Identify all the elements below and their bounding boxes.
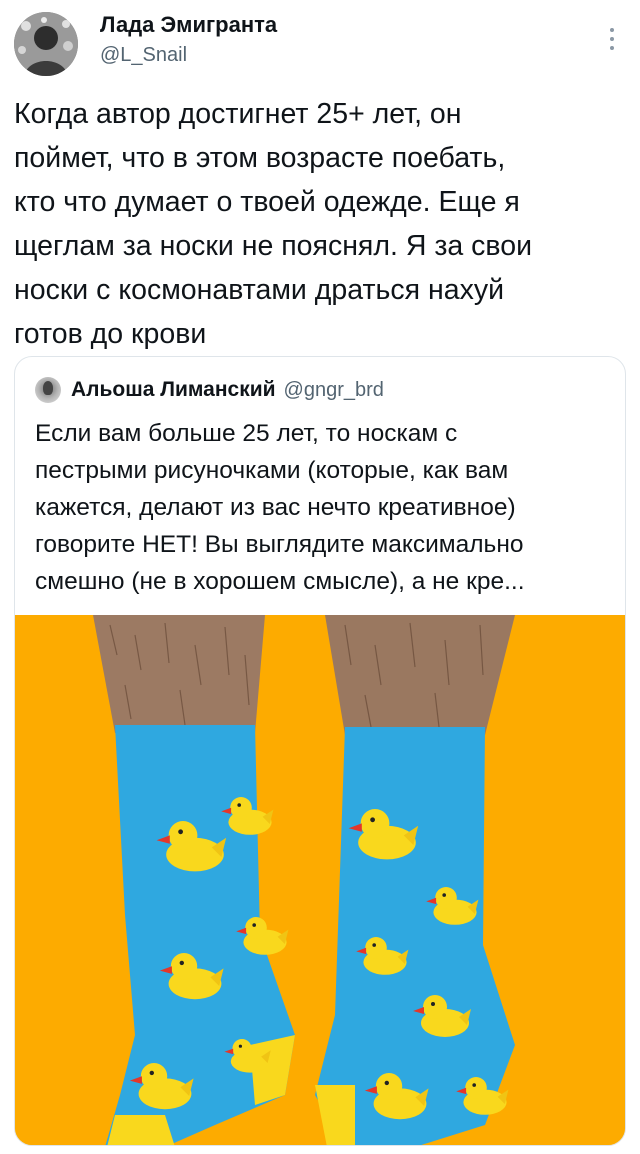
tweet-header: Лада Эмигранта @L_Snail <box>14 10 626 76</box>
more-vertical-icon <box>610 28 614 32</box>
quoted-tweet[interactable]: Альоша Лиманский @gngr_brd Если вам боль… <box>14 356 626 1146</box>
quoted-tweet-text: Если вам больше 25 лет, то носкам с пест… <box>35 420 525 595</box>
more-vertical-icon-dot <box>610 46 614 50</box>
author-handle[interactable]: @L_Snail <box>100 42 277 68</box>
quoted-tweet-header: Альоша Лиманский @gngr_brd <box>35 375 384 405</box>
author-avatar[interactable] <box>14 12 78 76</box>
avatar-image-icon <box>14 12 78 76</box>
author-name[interactable]: Лада Эмигранта <box>100 12 277 38</box>
author-info: Лада Эмигранта @L_Snail <box>100 12 277 68</box>
tweet-text: Когда автор достигнет 25+ лет, он поймет… <box>14 98 533 350</box>
quoted-author-avatar[interactable] <box>35 377 61 403</box>
quoted-author-handle[interactable]: @gngr_brd <box>284 379 384 402</box>
quoted-author-name[interactable]: Альоша Лиманский <box>71 378 276 402</box>
rubber-duck-socks-photo <box>15 615 625 1145</box>
more-vertical-icon-dot <box>610 37 614 41</box>
more-options-button[interactable] <box>602 24 622 54</box>
quoted-tweet-media[interactable] <box>15 615 625 1145</box>
tweet-card: Лада Эмигранта @L_Snail Когда автор дост… <box>0 0 640 1154</box>
